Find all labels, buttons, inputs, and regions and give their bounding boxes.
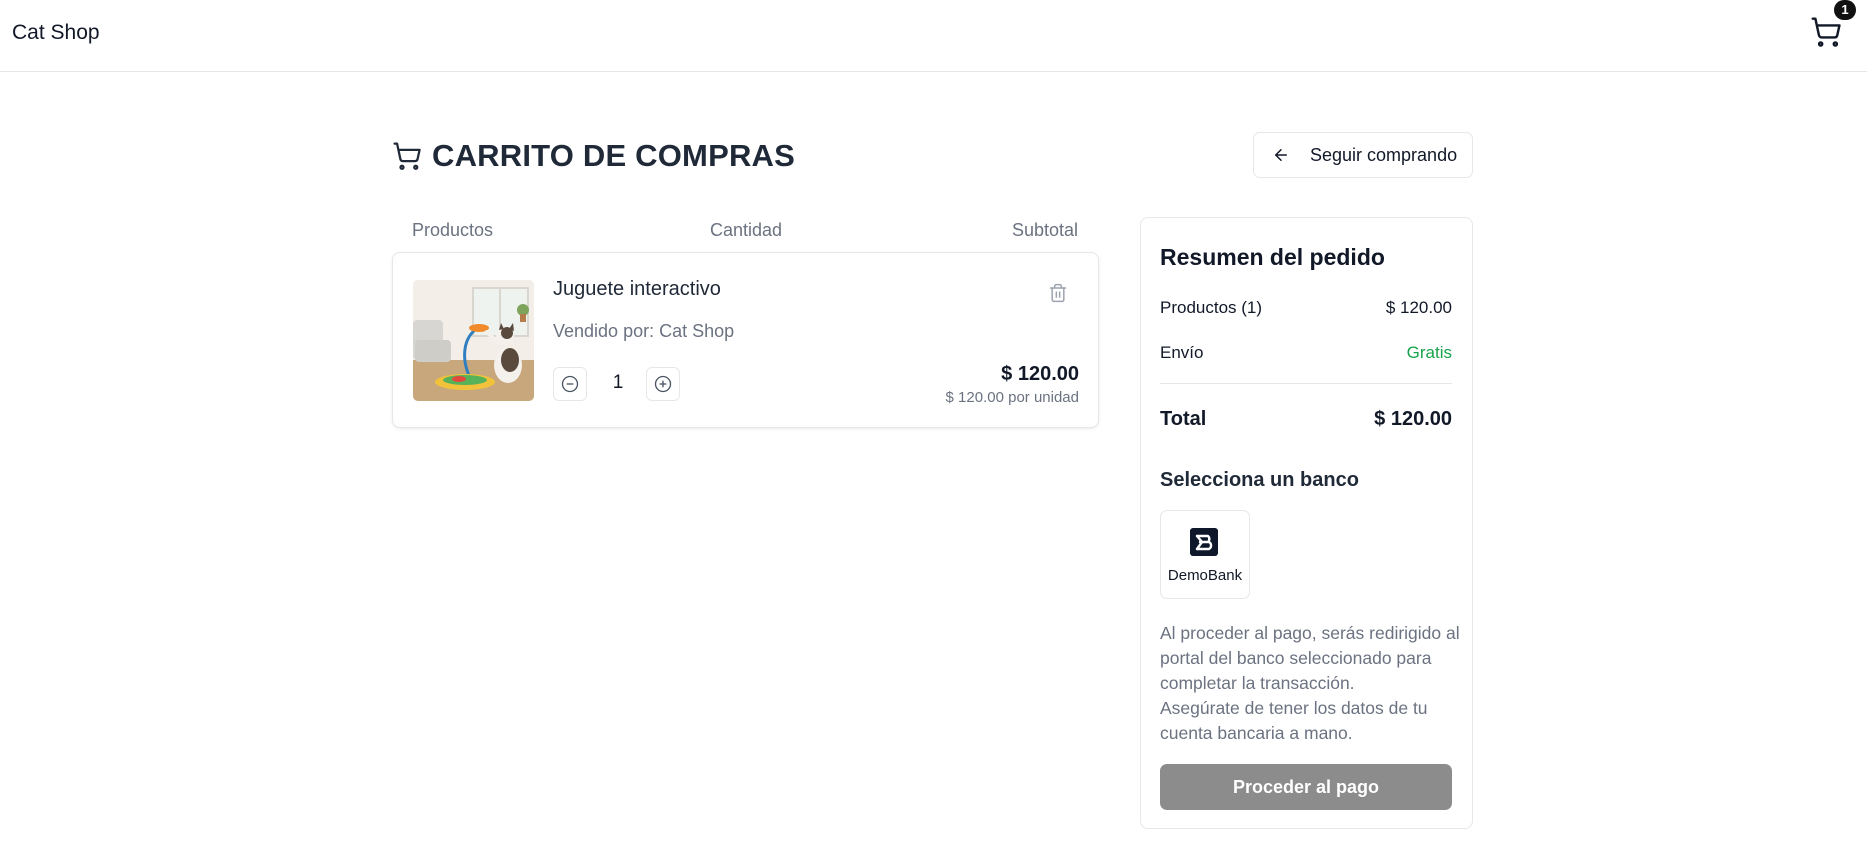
product-seller: Vendido por: Cat Shop [553, 321, 735, 341]
arrow-left-icon [1275, 149, 1287, 161]
cart-count-badge: 1 [1834, 0, 1856, 20]
cart-button[interactable] [1810, 16, 1842, 48]
summary-total-value: $ 120.00 [1374, 408, 1452, 430]
shopping-cart-icon [393, 142, 421, 170]
summary-total-row: Total $ 120.00 [1160, 408, 1452, 431]
decrease-quantity-button[interactable] [553, 367, 587, 401]
page-header: CARRITO DE COMPRAS [392, 138, 795, 174]
column-header-subtotal: Subtotal [1012, 220, 1079, 240]
continue-shopping-button[interactable]: Seguir comprando [1253, 132, 1473, 178]
summary-products-value: $ 120.00 [1385, 298, 1452, 317]
cart-item-card: Juguete interactivo Vendido por: Cat Sho… [392, 252, 1099, 428]
top-navbar: Cat Shop 1 [0, 0, 1867, 72]
increase-quantity-button[interactable] [646, 367, 680, 401]
summary-products-label: Productos (1) [1160, 298, 1263, 317]
product-image-illustration [413, 280, 534, 401]
product-name[interactable]: Juguete interactivo [553, 278, 721, 301]
summary-shipping-row: Envío Gratis [1160, 343, 1452, 363]
product-image[interactable] [413, 280, 534, 401]
brand-logo-text[interactable]: Cat Shop [12, 21, 100, 45]
shopping-cart-icon [1811, 17, 1841, 47]
payment-notice-line-1: Al proceder al pago, serás redirigido al… [1160, 623, 1460, 693]
bank-selection-heading: Selecciona un banco [1160, 469, 1359, 491]
quantity-value: 1 [612, 372, 624, 393]
payment-notice: Al proceder al pago, serás redirigido al… [1160, 621, 1460, 746]
remove-item-button[interactable] [1048, 282, 1068, 304]
column-header-quantity: Cantidad [710, 220, 783, 240]
item-unit-price: $ 120.00 por unidad [945, 389, 1079, 406]
bank-name: DemoBank [1167, 567, 1243, 584]
continue-shopping-label: Seguir comprando [1310, 144, 1458, 165]
minus-circle-icon [561, 375, 579, 393]
column-header-products: Productos [412, 220, 494, 240]
bank-option-demobank[interactable]: DemoBank [1160, 510, 1250, 599]
item-subtotal: $ 120.00 [1001, 363, 1079, 385]
trash-icon [1049, 283, 1067, 303]
summary-shipping-label: Envío [1160, 343, 1204, 362]
order-summary-panel: Resumen del pedido Productos (1) $ 120.0… [1140, 217, 1473, 829]
summary-total-label: Total [1160, 408, 1207, 430]
summary-divider [1160, 383, 1452, 384]
summary-shipping-value: Gratis [1406, 343, 1452, 362]
page-title: CARRITO DE COMPRAS [432, 138, 795, 173]
summary-products-row: Productos (1) $ 120.00 [1160, 298, 1452, 318]
payment-notice-line-2: Asegúrate de tener los datos de tu cuent… [1160, 698, 1428, 743]
proceed-to-payment-button[interactable]: Proceder al pago [1160, 764, 1452, 810]
demobank-logo-icon [1190, 528, 1218, 556]
plus-circle-icon [654, 375, 672, 393]
order-summary-title: Resumen del pedido [1160, 244, 1385, 270]
